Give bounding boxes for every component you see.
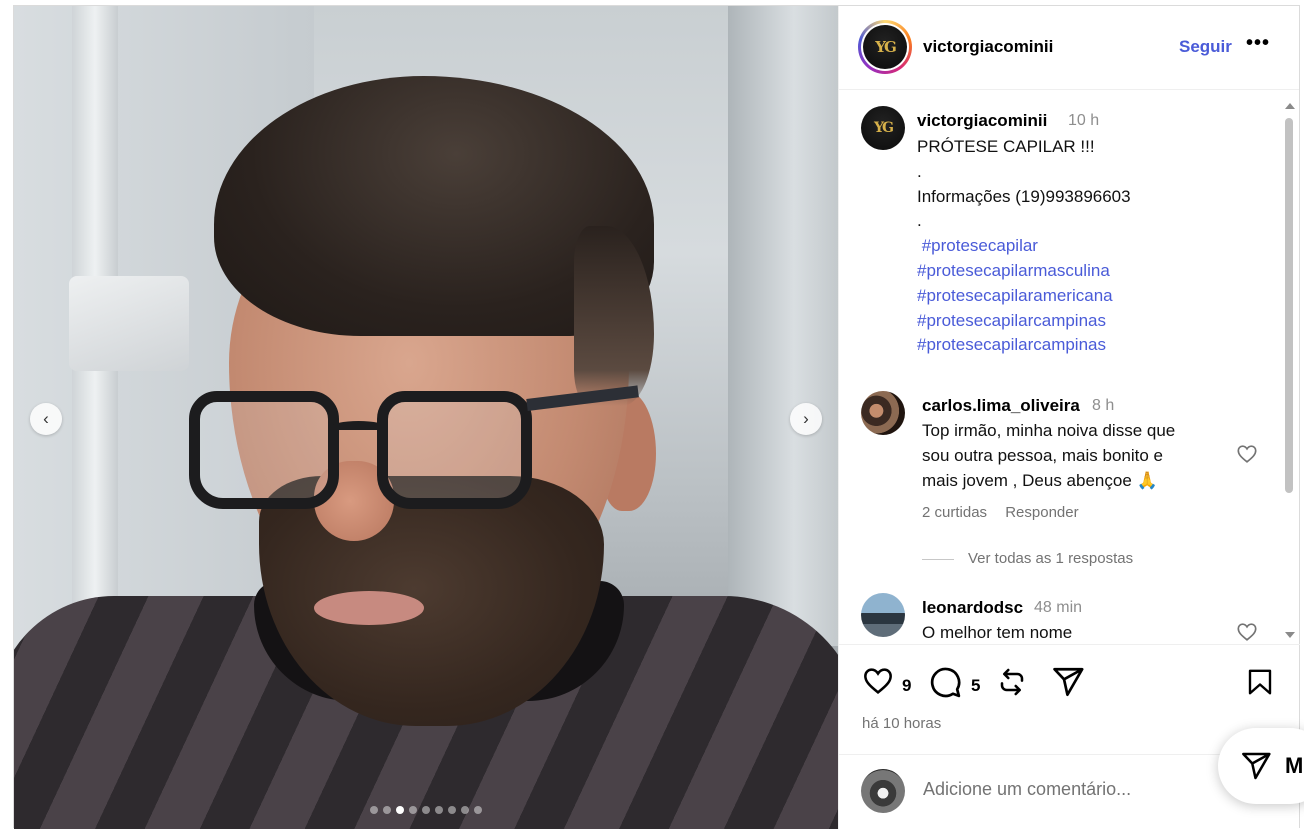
carousel-indicator — [14, 801, 838, 819]
scrollbar-thumb[interactable] — [1285, 118, 1293, 493]
messages-button[interactable]: M — [1218, 728, 1304, 804]
post-header: YG victorgiacominii Seguir ••• — [839, 6, 1299, 90]
comment-bubble-icon[interactable] — [928, 665, 962, 699]
scroll-down-arrow-icon[interactable] — [1285, 632, 1295, 638]
carousel-dot — [474, 806, 482, 814]
carousel-dot — [409, 806, 417, 814]
carousel-dot — [396, 806, 404, 814]
share-send-icon[interactable] — [1051, 665, 1085, 699]
save-bookmark-icon[interactable] — [1245, 665, 1275, 699]
carousel-next-button[interactable]: › — [790, 403, 822, 435]
view-replies-button[interactable]: Ver todas as 1 respostas — [922, 550, 1133, 567]
comments-list[interactable]: YG victorgiacominii 10 h PRÓTESE CAPILAR… — [839, 91, 1300, 644]
like-heart-icon[interactable] — [861, 665, 895, 697]
carousel-dot — [422, 806, 430, 814]
hashtag-link[interactable]: #protesecapilaramericana — [917, 284, 1131, 309]
caption-timestamp[interactable]: 10 h — [1068, 112, 1099, 130]
hashtag-link[interactable]: #protesecapilarcampinas — [917, 309, 1131, 334]
messages-label: M — [1285, 753, 1304, 778]
caption-text: PRÓTESE CAPILAR !!! . Informações (19)99… — [917, 135, 1131, 358]
instagram-post: ‹ › YG victorgiacominii Seguir ••• YG vi… — [13, 5, 1300, 829]
follow-button[interactable]: Seguir — [1179, 37, 1232, 57]
carousel-dot — [448, 806, 456, 814]
hashtag-link[interactable]: #protesecapilarmasculina — [917, 259, 1131, 284]
more-options-icon[interactable]: ••• — [1246, 32, 1270, 55]
commenter-avatar[interactable] — [861, 391, 905, 435]
comment-timestamp[interactable]: 8 h — [1092, 397, 1114, 415]
current-user-avatar — [861, 769, 905, 813]
comments-scrollbar[interactable] — [1282, 101, 1296, 646]
carousel-dot — [370, 806, 378, 814]
comment-like-heart-icon[interactable] — [1236, 443, 1258, 465]
comment-timestamp[interactable]: 48 min — [1034, 599, 1082, 617]
comment-likes-count[interactable]: 2 curtidas — [922, 504, 987, 521]
caption-avatar[interactable]: YG — [861, 106, 905, 150]
yg-logo: YG — [861, 106, 905, 150]
comment-count[interactable]: 5 — [971, 676, 980, 696]
hashtag-link[interactable]: #protesecapilar — [917, 234, 1131, 259]
comment-text: O melhor tem nome — [922, 623, 1073, 642]
carousel-dot — [383, 806, 391, 814]
comment-text: Top irmão, minha noiva disse que sou out… — [922, 421, 1176, 490]
repost-icon[interactable] — [996, 665, 1028, 699]
like-count[interactable]: 9 — [902, 676, 911, 696]
yg-logo: YG — [863, 25, 907, 69]
author-username[interactable]: victorgiacominii — [923, 37, 1053, 57]
reply-button[interactable]: Responder — [1005, 504, 1078, 521]
comment-username[interactable]: carlos.lima_oliveira — [922, 396, 1080, 416]
comment-input[interactable] — [923, 779, 1223, 800]
post-details-panel: YG victorgiacominii Seguir ••• YG victor… — [838, 6, 1300, 829]
comment-meta: 2 curtidas Responder — [922, 504, 1093, 521]
carousel-dot — [461, 806, 469, 814]
direct-message-icon — [1242, 752, 1271, 780]
commenter-avatar[interactable] — [861, 593, 905, 637]
post-media-carousel[interactable]: ‹ › — [14, 6, 838, 829]
hashtag-link[interactable]: #protesecapilarcampinas — [917, 333, 1131, 358]
scroll-up-arrow-icon[interactable] — [1285, 103, 1295, 109]
comment-username[interactable]: leonardodsc — [922, 598, 1023, 618]
post-timestamp[interactable]: há 10 horas — [862, 715, 941, 732]
carousel-prev-button[interactable]: ‹ — [30, 403, 62, 435]
eyeglasses — [189, 381, 639, 521]
comment-like-heart-icon[interactable] — [1236, 621, 1258, 643]
author-avatar[interactable]: YG — [858, 20, 912, 74]
carousel-dot — [435, 806, 443, 814]
caption-username[interactable]: victorgiacominii — [917, 111, 1047, 131]
